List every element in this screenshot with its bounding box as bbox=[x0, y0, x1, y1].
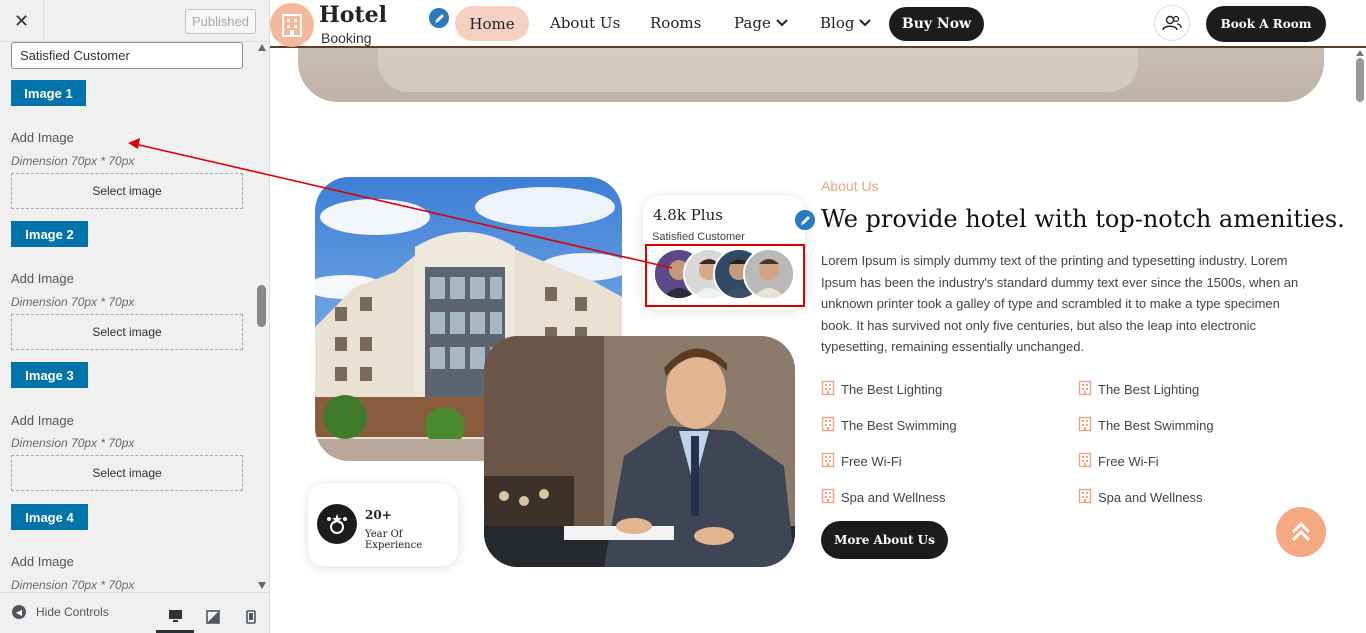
double-chevron-up-icon bbox=[1291, 521, 1311, 542]
experience-card: 20+ Year Of Experience bbox=[308, 484, 458, 566]
mobile-icon bbox=[246, 610, 256, 624]
about-title: We provide hotel with top-notch amenitie… bbox=[821, 205, 1345, 233]
hotel-icon bbox=[1078, 416, 1092, 435]
image-4-button[interactable]: Image 4 bbox=[11, 504, 88, 530]
close-icon: ✕ bbox=[13, 10, 30, 31]
feature-item: The Best Lighting bbox=[1078, 380, 1199, 399]
nav-page[interactable]: Page bbox=[734, 14, 788, 32]
experience-label: Year Of Experience bbox=[365, 529, 423, 551]
customer-label: Satisfied Customer bbox=[652, 231, 745, 243]
image-1-button[interactable]: Image 1 bbox=[11, 80, 86, 106]
add-image-label-1: Add Image bbox=[11, 130, 74, 145]
hotel-icon bbox=[821, 452, 835, 471]
feature-item: Free Wi-Fi bbox=[1078, 452, 1159, 471]
feature-label: Spa and Wellness bbox=[1098, 490, 1203, 505]
feature-label: The Best Swimming bbox=[1098, 418, 1214, 433]
customizer-footer: ◀ Hide Controls bbox=[0, 592, 269, 633]
nav-home[interactable]: Home bbox=[455, 6, 529, 41]
feature-label: The Best Lighting bbox=[1098, 382, 1200, 397]
nav-blog-label: Blog bbox=[820, 14, 855, 32]
feature-label: Spa and Wellness bbox=[841, 490, 946, 505]
tablet-preview-button[interactable] bbox=[194, 601, 232, 633]
feature-label: The Best Swimming bbox=[841, 418, 957, 433]
nav-rooms[interactable]: Rooms bbox=[650, 14, 701, 32]
select-image-button-2[interactable]: Select image bbox=[11, 314, 243, 350]
chevron-down-icon bbox=[859, 19, 872, 27]
feature-item: Free Wi-Fi bbox=[821, 452, 902, 471]
site-scroll-up-icon[interactable] bbox=[1356, 50, 1364, 56]
about-tag: About Us bbox=[821, 178, 879, 194]
hotel-icon bbox=[1078, 380, 1092, 399]
close-customizer-button[interactable]: ✕ bbox=[0, 0, 44, 42]
desktop-preview-button[interactable] bbox=[156, 601, 194, 633]
feature-item: The Best Lighting bbox=[821, 380, 942, 399]
customer-count: 4.8k Plus bbox=[653, 206, 723, 224]
panel-scroll-thumb[interactable] bbox=[257, 285, 266, 327]
site-preview: Hotel Booking Home About Us Rooms Page B… bbox=[270, 0, 1366, 633]
edit-section-pencil-icon[interactable] bbox=[793, 208, 817, 232]
image-2-button[interactable]: Image 2 bbox=[11, 221, 88, 247]
hotel-icon bbox=[1078, 452, 1092, 471]
users-icon bbox=[1162, 15, 1182, 31]
feature-item: The Best Swimming bbox=[1078, 416, 1214, 435]
customizer-panel: ✕ Published Satisfied Customer Image 1 A… bbox=[0, 0, 270, 633]
feature-label: Free Wi-Fi bbox=[1098, 454, 1159, 469]
feature-label: Free Wi-Fi bbox=[841, 454, 902, 469]
nav-about-us[interactable]: About Us bbox=[550, 14, 620, 32]
scroll-down-arrow-icon[interactable] bbox=[258, 582, 266, 589]
feature-item: Spa and Wellness bbox=[1078, 488, 1203, 507]
select-image-button-3[interactable]: Select image bbox=[11, 455, 243, 491]
hotel-icon bbox=[821, 488, 835, 507]
panel-scrollbar[interactable] bbox=[255, 42, 269, 592]
feature-item: The Best Swimming bbox=[821, 416, 957, 435]
highlight-box bbox=[645, 244, 805, 307]
tablet-icon bbox=[206, 610, 220, 624]
dimension-label-1: Dimension 70px * 70px bbox=[11, 154, 135, 168]
buy-now-button[interactable]: Buy Now bbox=[889, 7, 984, 41]
chevron-down-icon bbox=[776, 19, 788, 27]
about-paragraph: Lorem Ipsum is simply dummy text of the … bbox=[821, 253, 1299, 354]
controls-scroll-area[interactable]: Satisfied Customer Image 1 Add Image Dim… bbox=[0, 42, 255, 592]
customizer-header: ✕ Published bbox=[0, 0, 269, 42]
feature-label: The Best Lighting bbox=[841, 382, 943, 397]
hotel-logo-icon[interactable] bbox=[270, 3, 314, 47]
edit-menu-pencil-icon[interactable] bbox=[427, 6, 451, 30]
desktop-icon bbox=[168, 609, 182, 622]
nav-page-label: Page bbox=[734, 14, 771, 32]
add-image-label-3: Add Image bbox=[11, 413, 74, 428]
hotel-icon bbox=[821, 380, 835, 399]
add-image-label-4: Add Image bbox=[11, 554, 74, 569]
published-button[interactable]: Published bbox=[185, 9, 256, 34]
collapse-arrow-icon: ◀ bbox=[12, 605, 26, 619]
logo-title[interactable]: Hotel bbox=[319, 2, 387, 28]
scroll-up-arrow-icon[interactable] bbox=[258, 44, 266, 51]
more-about-us-button[interactable]: More About Us bbox=[821, 521, 948, 559]
logo-subtitle: Booking bbox=[321, 30, 372, 46]
user-account-button[interactable] bbox=[1154, 5, 1190, 41]
site-header: Hotel Booking Home About Us Rooms Page B… bbox=[270, 0, 1366, 48]
add-image-label-2: Add Image bbox=[11, 271, 74, 286]
feature-item: Spa and Wellness bbox=[821, 488, 946, 507]
dimension-label-4: Dimension 70px * 70px bbox=[11, 578, 135, 592]
hide-controls-button[interactable]: ◀ Hide Controls bbox=[12, 605, 109, 619]
dimension-label-2: Dimension 70px * 70px bbox=[11, 295, 135, 309]
hotel-icon bbox=[821, 416, 835, 435]
satisfied-customer-text-input[interactable]: Satisfied Customer bbox=[11, 42, 243, 69]
select-image-button-1[interactable]: Select image bbox=[11, 173, 243, 209]
experience-number: 20+ bbox=[365, 508, 392, 522]
mobile-preview-button[interactable] bbox=[232, 601, 270, 633]
site-scroll-thumb[interactable] bbox=[1356, 58, 1364, 102]
nav-blog[interactable]: Blog bbox=[820, 14, 872, 32]
businessman-photo bbox=[484, 336, 795, 567]
image-3-button[interactable]: Image 3 bbox=[11, 362, 88, 388]
hide-controls-label: Hide Controls bbox=[36, 605, 109, 619]
site-scrollbar[interactable] bbox=[1354, 50, 1366, 633]
book-a-room-button[interactable]: Book A Room bbox=[1206, 6, 1326, 42]
dimension-label-3: Dimension 70px * 70px bbox=[11, 436, 135, 450]
hotel-icon bbox=[1078, 488, 1092, 507]
award-stars-icon bbox=[317, 504, 357, 544]
scroll-to-top-button[interactable] bbox=[1276, 507, 1326, 557]
